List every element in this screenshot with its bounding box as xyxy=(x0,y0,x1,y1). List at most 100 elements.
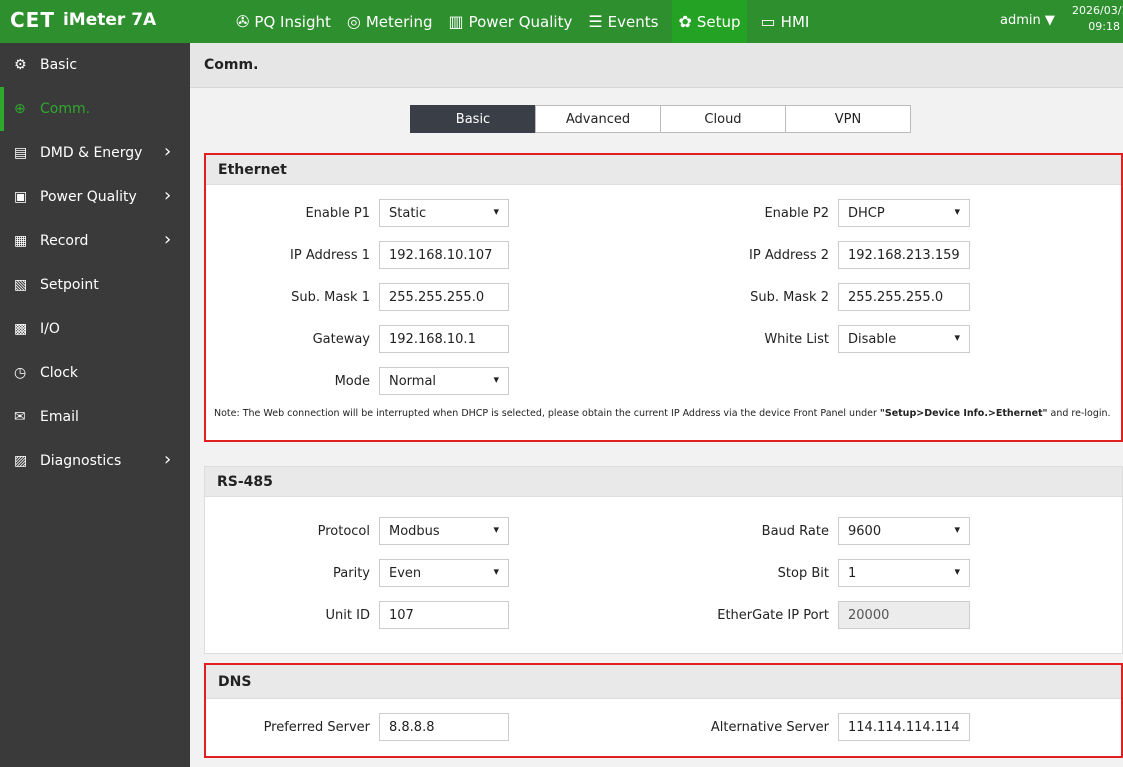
tab-advanced[interactable]: Advanced xyxy=(535,105,661,133)
main-content: Comm. Basic Advanced Cloud VPN Ethernet … xyxy=(190,43,1123,767)
dns-title: DNS xyxy=(206,665,1121,699)
preferred-server-input[interactable]: 8.8.8.8 xyxy=(379,713,509,741)
nav-metering[interactable]: ◎ Metering xyxy=(345,0,435,43)
enable-p1-select[interactable]: Static xyxy=(379,199,509,227)
parity-row: Parity Even xyxy=(211,559,509,587)
nav-pq-insight[interactable]: ✇ PQ Insight xyxy=(234,0,333,43)
ip2-input[interactable]: 192.168.213.159 xyxy=(838,241,970,269)
preferred-server-label: Preferred Server xyxy=(263,719,370,735)
parity-select[interactable]: Even xyxy=(379,559,509,587)
basic-icon: ⚙ xyxy=(14,57,27,73)
mask2-input[interactable]: 255.255.255.0 xyxy=(838,283,970,311)
alternative-server-input[interactable]: 114.114.114.114 xyxy=(838,713,970,741)
protocol-row: Protocol Modbus xyxy=(211,517,509,545)
globe-icon: ⊕ xyxy=(14,101,26,117)
ip1-label: IP Address 1 xyxy=(290,247,370,263)
mode-select[interactable]: Normal xyxy=(379,367,509,395)
protocol-select[interactable]: Modbus xyxy=(379,517,509,545)
mask1-label: Sub. Mask 1 xyxy=(291,289,370,305)
protocol-label: Protocol xyxy=(317,523,370,539)
sidebar-item-dmd-energy[interactable]: ▤ DMD & Energy › xyxy=(0,131,190,175)
sidebar-item-comm[interactable]: ⊕ Comm. xyxy=(0,87,190,131)
baud-rate-row: Baud Rate 9600 xyxy=(656,517,970,545)
rs485-panel: RS-485 Protocol Modbus Parity Even Unit … xyxy=(204,466,1123,654)
sidebar-item-diagnostics[interactable]: ▨ Diagnostics › xyxy=(0,439,190,483)
ip2-label: IP Address 2 xyxy=(749,247,829,263)
chevron-right-icon: › xyxy=(164,449,172,470)
user-menu[interactable]: admin ▼ xyxy=(1000,13,1055,28)
dhcp-note: Note: The Web connection will be interru… xyxy=(214,407,1114,421)
datetime: 2026/03/12 09:18 xyxy=(1072,3,1123,35)
sidebar-item-label: Diagnostics xyxy=(40,453,122,469)
nav-power-quality[interactable]: ▥ Power Quality xyxy=(446,0,574,43)
tab-vpn[interactable]: VPN xyxy=(785,105,911,133)
nav-label: Setup xyxy=(696,12,741,31)
page-title: Comm. xyxy=(190,43,1123,88)
ethergate-row: EtherGate IP Port 20000 xyxy=(656,601,970,629)
sidebar-item-clock[interactable]: ◷ Clock xyxy=(0,351,190,395)
monitor-icon: ▭ xyxy=(760,12,776,31)
enable-p2-select[interactable]: DHCP xyxy=(838,199,970,227)
whitelist-label: White List xyxy=(764,331,829,347)
sidebar-item-io[interactable]: ▩ I/O xyxy=(0,307,190,351)
enable-p1-row: Enable P1 Static xyxy=(212,199,509,227)
record-icon: ▦ xyxy=(14,233,28,249)
sidebar-item-label: Clock xyxy=(40,365,79,381)
setpoint-icon: ▧ xyxy=(14,277,28,293)
alternative-server-label: Alternative Server xyxy=(710,719,829,735)
clock-icon: ◷ xyxy=(14,365,27,381)
dns-panel: DNS Preferred Server 8.8.8.8 Alternative… xyxy=(204,663,1123,758)
power-quality-icon: ▥ xyxy=(448,12,464,31)
enable-p1-label: Enable P1 xyxy=(305,205,370,221)
mode-label: Mode xyxy=(334,373,370,389)
note-text: Note: The Web connection will be interru… xyxy=(214,408,880,419)
enable-p2-label: Enable P2 xyxy=(764,205,829,221)
ethergate-label: EtherGate IP Port xyxy=(717,607,829,623)
diagnostics-icon: ▨ xyxy=(14,453,28,469)
unit-id-input[interactable]: 107 xyxy=(379,601,509,629)
power-quality-icon: ▣ xyxy=(14,189,28,205)
sidebar-item-basic[interactable]: ⚙ Basic xyxy=(0,43,190,87)
sidebar-item-power-quality[interactable]: ▣ Power Quality › xyxy=(0,175,190,219)
unit-id-label: Unit ID xyxy=(325,607,370,623)
ethergate-port-input: 20000 xyxy=(838,601,970,629)
mask2-row: Sub. Mask 2 255.255.255.0 xyxy=(656,283,970,311)
baud-rate-select[interactable]: 9600 xyxy=(838,517,970,545)
nav-hmi[interactable]: ▭ HMI xyxy=(759,0,812,43)
chevron-right-icon: › xyxy=(164,141,172,162)
sidebar-item-label: Basic xyxy=(40,57,78,73)
date: 2026/03/12 xyxy=(1072,4,1123,17)
stop-bit-select[interactable]: 1 xyxy=(838,559,970,587)
unit-id-row: Unit ID 107 xyxy=(211,601,509,629)
whitelist-select[interactable]: Disable xyxy=(838,325,970,353)
nav-events[interactable]: ☰ Events xyxy=(586,0,660,43)
sidebar-item-setpoint[interactable]: ▧ Setpoint xyxy=(0,263,190,307)
logo-text: iMeter 7A xyxy=(62,10,157,30)
rs485-title: RS-485 xyxy=(205,467,1122,497)
ip2-row: IP Address 2 192.168.213.159 xyxy=(656,241,970,269)
enable-p2-row: Enable P2 DHCP xyxy=(656,199,970,227)
mask1-input[interactable]: 255.255.255.0 xyxy=(379,283,509,311)
events-icon: ☰ xyxy=(588,12,603,31)
gateway-label: Gateway xyxy=(312,331,370,347)
tab-cloud[interactable]: Cloud xyxy=(660,105,786,133)
nav-label: PQ Insight xyxy=(254,12,331,31)
stop-bit-label: Stop Bit xyxy=(777,565,829,581)
sidebar-item-label: Power Quality xyxy=(40,189,137,205)
tab-basic[interactable]: Basic xyxy=(410,105,536,133)
sidebar-item-email[interactable]: ✉ Email xyxy=(0,395,190,439)
gateway-input[interactable]: 192.168.10.1 xyxy=(379,325,509,353)
sidebar-item-record[interactable]: ▦ Record › xyxy=(0,219,190,263)
tab-bar: Basic Advanced Cloud VPN xyxy=(410,105,911,133)
alternative-server-row: Alternative Server 114.114.114.114 xyxy=(656,713,970,741)
top-bar: CET iMeter 7A ✇ PQ Insight ◎ Metering ▥ … xyxy=(0,0,1123,43)
gateway-row: Gateway 192.168.10.1 xyxy=(212,325,509,353)
sidebar-item-label: Comm. xyxy=(40,101,91,117)
time: 09:18 xyxy=(1088,20,1120,33)
baud-rate-label: Baud Rate xyxy=(761,523,829,539)
ip1-input[interactable]: 192.168.10.107 xyxy=(379,241,509,269)
ip1-row: IP Address 1 192.168.10.107 xyxy=(212,241,509,269)
nav-setup[interactable]: ✿ Setup xyxy=(672,0,747,43)
mask2-label: Sub. Mask 2 xyxy=(750,289,829,305)
sidebar-item-label: Setpoint xyxy=(40,277,99,293)
